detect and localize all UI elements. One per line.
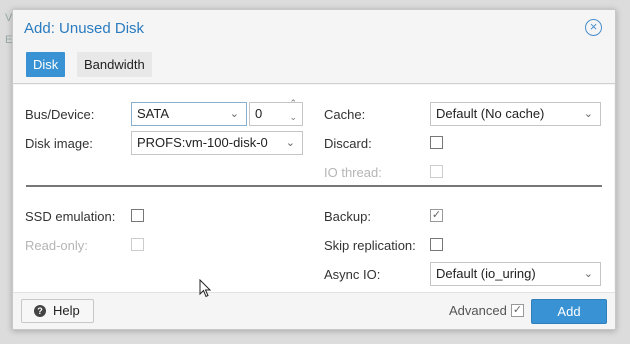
async-io-value: Default (io_uring) — [436, 266, 536, 281]
backup-checkbox[interactable]: ✓ — [430, 209, 443, 222]
question-icon: ? — [34, 305, 46, 317]
dialog-titlebar[interactable]: Add: Unused Disk × — [13, 10, 615, 48]
chevron-down-icon[interactable]: ⌄ — [286, 132, 295, 154]
disk-image-select[interactable]: PROFS:vm-100-disk-0 ⌄ — [131, 131, 303, 155]
async-io-select[interactable]: Default (io_uring) ⌄ — [430, 262, 601, 286]
read-only-checkbox — [131, 238, 144, 251]
skip-replication-label: Skip replication: — [324, 238, 416, 253]
bus-select[interactable]: SATA ⌄ — [131, 102, 247, 126]
cache-select[interactable]: Default (No cache) ⌄ — [430, 102, 601, 126]
io-thread-label: IO thread: — [324, 165, 382, 180]
io-thread-checkbox — [430, 165, 443, 178]
disk-image-label: Disk image: — [25, 136, 93, 151]
bus-select-value: SATA — [137, 106, 170, 121]
advanced-checkbox[interactable]: ✓ — [511, 304, 524, 317]
disk-image-value: PROFS:vm-100-disk-0 — [137, 135, 268, 150]
discard-checkbox[interactable] — [430, 136, 443, 149]
add-button[interactable]: Add — [531, 299, 607, 324]
add-disk-dialog: Add: Unused Disk × Disk Bandwidth Bus/De… — [12, 9, 616, 330]
tab-disk[interactable]: Disk — [26, 52, 66, 77]
read-only-label: Read-only: — [25, 238, 88, 253]
spinner-up-icon[interactable]: ⌃ — [289, 98, 297, 108]
bus-device-label: Bus/Device: — [25, 107, 95, 122]
chevron-down-icon[interactable]: ⌄ — [584, 263, 593, 285]
chevron-down-icon[interactable]: ⌄ — [584, 103, 593, 125]
advanced-label: Advanced — [449, 303, 507, 318]
discard-label: Discard: — [324, 136, 372, 151]
tab-bandwidth[interactable]: Bandwidth — [77, 52, 152, 77]
chevron-down-icon[interactable]: ⌄ — [230, 103, 239, 125]
spinner-down-icon[interactable]: ⌄ — [289, 112, 297, 122]
cache-value: Default (No cache) — [436, 106, 545, 121]
backup-label: Backup: — [324, 209, 371, 224]
dialog-footer: ? Help Advanced ✓ Add — [13, 292, 615, 329]
dialog-title: Add: Unused Disk — [24, 20, 145, 37]
ssd-emulation-label: SSD emulation: — [25, 209, 116, 224]
ssd-emulation-checkbox[interactable] — [131, 209, 144, 222]
skip-replication-checkbox[interactable] — [430, 238, 443, 251]
help-button[interactable]: ? Help — [21, 299, 94, 323]
device-number-value: 0 — [255, 106, 263, 121]
device-number-spinner[interactable]: 0 ⌃ ⌄ — [249, 98, 303, 126]
advanced-divider — [26, 185, 602, 187]
mouse-pointer-icon — [199, 279, 212, 298]
tab-bar: Disk Bandwidth — [13, 48, 615, 84]
help-button-label: Help — [53, 303, 80, 318]
async-io-label: Async IO: — [324, 267, 381, 282]
checkmark-icon: ✓ — [431, 209, 442, 221]
close-icon[interactable]: × — [585, 19, 602, 36]
cache-label: Cache: — [324, 107, 366, 122]
checkmark-icon: ✓ — [512, 304, 523, 316]
form-panel: Bus/Device: SATA ⌄ 0 ⌃ ⌄ Disk image: PRO… — [14, 85, 614, 292]
